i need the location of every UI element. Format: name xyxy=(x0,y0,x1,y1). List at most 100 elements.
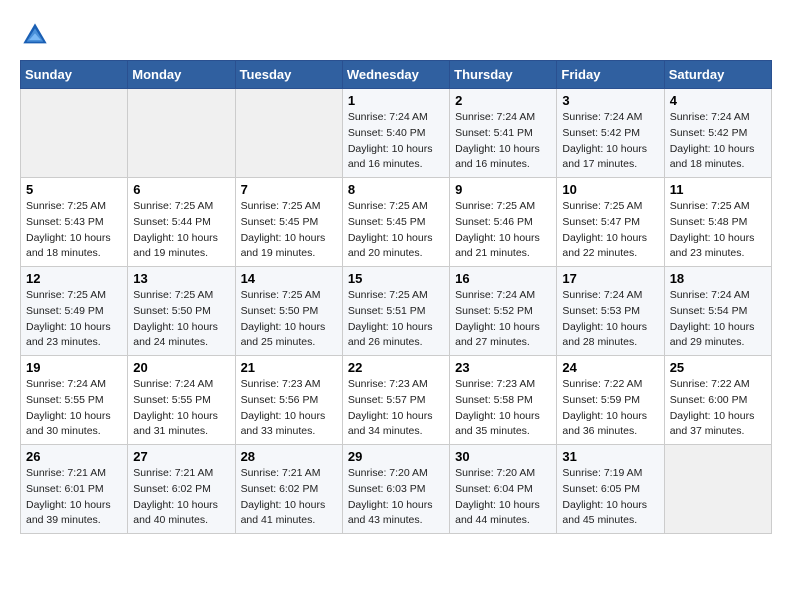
day-info: Sunrise: 7:25 AM Sunset: 5:44 PM Dayligh… xyxy=(133,199,229,262)
day-number: 8 xyxy=(348,182,444,197)
day-number: 30 xyxy=(455,449,551,464)
calendar-cell: 7 Sunrise: 7:25 AM Sunset: 5:45 PM Daylig… xyxy=(235,178,342,267)
week-row-5: 26Sunrise: 7:21 AM Sunset: 6:01 PM Dayli… xyxy=(21,445,772,534)
day-number: 18 xyxy=(670,271,766,286)
calendar-cell: 12Sunrise: 7:25 AM Sunset: 5:49 PM Dayli… xyxy=(21,267,128,356)
day-number: 26 xyxy=(26,449,122,464)
weekday-header-monday: Monday xyxy=(128,61,235,89)
calendar-cell: 20Sunrise: 7:24 AM Sunset: 5:55 PM Dayli… xyxy=(128,356,235,445)
calendar-cell: 10 Sunrise: 7:25 AM Sunset: 5:47 PM Dayli… xyxy=(557,178,664,267)
day-number: 14 xyxy=(241,271,337,286)
day-info: Sunrise: 7:23 AM Sunset: 5:57 PM Dayligh… xyxy=(348,377,444,440)
day-info: Sunrise: 7:25 AM Sunset: 5:48 PM Dayligh… xyxy=(670,199,766,262)
day-info: Sunrise: 7:24 AM Sunset: 5:42 PM Dayligh… xyxy=(670,110,766,173)
weekday-header-saturday: Saturday xyxy=(664,61,771,89)
day-number: 1 xyxy=(348,93,444,108)
weekday-header-wednesday: Wednesday xyxy=(342,61,449,89)
day-info: Sunrise: 7:23 AM Sunset: 5:56 PM Dayligh… xyxy=(241,377,337,440)
calendar-cell: 21 Sunrise: 7:23 AM Sunset: 5:56 PM Dayli… xyxy=(235,356,342,445)
calendar-cell: 8 Sunrise: 7:25 AM Sunset: 5:45 PM Daylig… xyxy=(342,178,449,267)
calendar-cell: 16 Sunrise: 7:24 AM Sunset: 5:52 PM Dayli… xyxy=(450,267,557,356)
week-row-3: 12Sunrise: 7:25 AM Sunset: 5:49 PM Dayli… xyxy=(21,267,772,356)
week-row-1: 1 Sunrise: 7:24 AM Sunset: 5:40 PM Daylig… xyxy=(21,89,772,178)
day-number: 3 xyxy=(562,93,658,108)
day-info: Sunrise: 7:24 AM Sunset: 5:42 PM Dayligh… xyxy=(562,110,658,173)
day-info: Sunrise: 7:21 AM Sunset: 6:02 PM Dayligh… xyxy=(133,466,229,529)
calendar-table: SundayMondayTuesdayWednesdayThursdayFrid… xyxy=(20,60,772,534)
day-info: Sunrise: 7:25 AM Sunset: 5:50 PM Dayligh… xyxy=(241,288,337,351)
day-info: Sunrise: 7:25 AM Sunset: 5:47 PM Dayligh… xyxy=(562,199,658,262)
day-info: Sunrise: 7:24 AM Sunset: 5:40 PM Dayligh… xyxy=(348,110,444,173)
calendar-cell: 30 Sunrise: 7:20 AM Sunset: 6:04 PM Dayli… xyxy=(450,445,557,534)
day-info: Sunrise: 7:24 AM Sunset: 5:55 PM Dayligh… xyxy=(26,377,122,440)
calendar-cell: 17 Sunrise: 7:24 AM Sunset: 5:53 PM Dayli… xyxy=(557,267,664,356)
logo-icon xyxy=(20,20,50,50)
day-info: Sunrise: 7:19 AM Sunset: 6:05 PM Dayligh… xyxy=(562,466,658,529)
day-info: Sunrise: 7:25 AM Sunset: 5:46 PM Dayligh… xyxy=(455,199,551,262)
calendar-cell: 4 Sunrise: 7:24 AM Sunset: 5:42 PM Daylig… xyxy=(664,89,771,178)
calendar-cell: 25Sunrise: 7:22 AM Sunset: 6:00 PM Dayli… xyxy=(664,356,771,445)
calendar-cell xyxy=(21,89,128,178)
day-info: Sunrise: 7:24 AM Sunset: 5:52 PM Dayligh… xyxy=(455,288,551,351)
day-number: 20 xyxy=(133,360,229,375)
day-number: 23 xyxy=(455,360,551,375)
day-info: Sunrise: 7:23 AM Sunset: 5:58 PM Dayligh… xyxy=(455,377,551,440)
page-header xyxy=(20,20,772,50)
weekday-header-thursday: Thursday xyxy=(450,61,557,89)
day-number: 6 xyxy=(133,182,229,197)
day-info: Sunrise: 7:25 AM Sunset: 5:50 PM Dayligh… xyxy=(133,288,229,351)
calendar-cell: 2 Sunrise: 7:24 AM Sunset: 5:41 PM Daylig… xyxy=(450,89,557,178)
calendar-cell: 22Sunrise: 7:23 AM Sunset: 5:57 PM Dayli… xyxy=(342,356,449,445)
day-info: Sunrise: 7:25 AM Sunset: 5:45 PM Dayligh… xyxy=(348,199,444,262)
day-info: Sunrise: 7:21 AM Sunset: 6:02 PM Dayligh… xyxy=(241,466,337,529)
day-info: Sunrise: 7:25 AM Sunset: 5:45 PM Dayligh… xyxy=(241,199,337,262)
calendar-cell: 1 Sunrise: 7:24 AM Sunset: 5:40 PM Daylig… xyxy=(342,89,449,178)
day-number: 2 xyxy=(455,93,551,108)
day-number: 24 xyxy=(562,360,658,375)
day-info: Sunrise: 7:20 AM Sunset: 6:04 PM Dayligh… xyxy=(455,466,551,529)
day-info: Sunrise: 7:24 AM Sunset: 5:41 PM Dayligh… xyxy=(455,110,551,173)
week-row-2: 5Sunrise: 7:25 AM Sunset: 5:43 PM Daylig… xyxy=(21,178,772,267)
calendar-cell xyxy=(235,89,342,178)
weekday-header-tuesday: Tuesday xyxy=(235,61,342,89)
calendar-cell: 9 Sunrise: 7:25 AM Sunset: 5:46 PM Daylig… xyxy=(450,178,557,267)
day-info: Sunrise: 7:24 AM Sunset: 5:53 PM Dayligh… xyxy=(562,288,658,351)
day-number: 21 xyxy=(241,360,337,375)
day-number: 29 xyxy=(348,449,444,464)
calendar-cell: 24Sunrise: 7:22 AM Sunset: 5:59 PM Dayli… xyxy=(557,356,664,445)
calendar-cell: 19 Sunrise: 7:24 AM Sunset: 5:55 PM Dayli… xyxy=(21,356,128,445)
day-info: Sunrise: 7:25 AM Sunset: 5:51 PM Dayligh… xyxy=(348,288,444,351)
calendar-cell: 29Sunrise: 7:20 AM Sunset: 6:03 PM Dayli… xyxy=(342,445,449,534)
calendar-cell xyxy=(664,445,771,534)
weekday-header-row: SundayMondayTuesdayWednesdayThursdayFrid… xyxy=(21,61,772,89)
day-number: 13 xyxy=(133,271,229,286)
calendar-cell: 18Sunrise: 7:24 AM Sunset: 5:54 PM Dayli… xyxy=(664,267,771,356)
weekday-header-friday: Friday xyxy=(557,61,664,89)
day-number: 7 xyxy=(241,182,337,197)
day-number: 5 xyxy=(26,182,122,197)
day-number: 27 xyxy=(133,449,229,464)
calendar-cell: 28 Sunrise: 7:21 AM Sunset: 6:02 PM Dayli… xyxy=(235,445,342,534)
calendar-cell: 27 Sunrise: 7:21 AM Sunset: 6:02 PM Dayli… xyxy=(128,445,235,534)
day-number: 11 xyxy=(670,182,766,197)
day-number: 10 xyxy=(562,182,658,197)
calendar-cell: 11 Sunrise: 7:25 AM Sunset: 5:48 PM Dayli… xyxy=(664,178,771,267)
calendar-cell: 6 Sunrise: 7:25 AM Sunset: 5:44 PM Daylig… xyxy=(128,178,235,267)
day-number: 4 xyxy=(670,93,766,108)
calendar-cell: 26Sunrise: 7:21 AM Sunset: 6:01 PM Dayli… xyxy=(21,445,128,534)
day-info: Sunrise: 7:25 AM Sunset: 5:49 PM Dayligh… xyxy=(26,288,122,351)
calendar-cell: 31 Sunrise: 7:19 AM Sunset: 6:05 PM Dayli… xyxy=(557,445,664,534)
calendar-cell: 15Sunrise: 7:25 AM Sunset: 5:51 PM Dayli… xyxy=(342,267,449,356)
day-number: 16 xyxy=(455,271,551,286)
calendar-cell: 5Sunrise: 7:25 AM Sunset: 5:43 PM Daylig… xyxy=(21,178,128,267)
day-number: 28 xyxy=(241,449,337,464)
day-number: 19 xyxy=(26,360,122,375)
calendar-cell: 23 Sunrise: 7:23 AM Sunset: 5:58 PM Dayli… xyxy=(450,356,557,445)
day-number: 31 xyxy=(562,449,658,464)
day-number: 17 xyxy=(562,271,658,286)
weekday-header-sunday: Sunday xyxy=(21,61,128,89)
logo xyxy=(20,20,54,50)
day-number: 9 xyxy=(455,182,551,197)
week-row-4: 19 Sunrise: 7:24 AM Sunset: 5:55 PM Dayli… xyxy=(21,356,772,445)
calendar-cell xyxy=(128,89,235,178)
